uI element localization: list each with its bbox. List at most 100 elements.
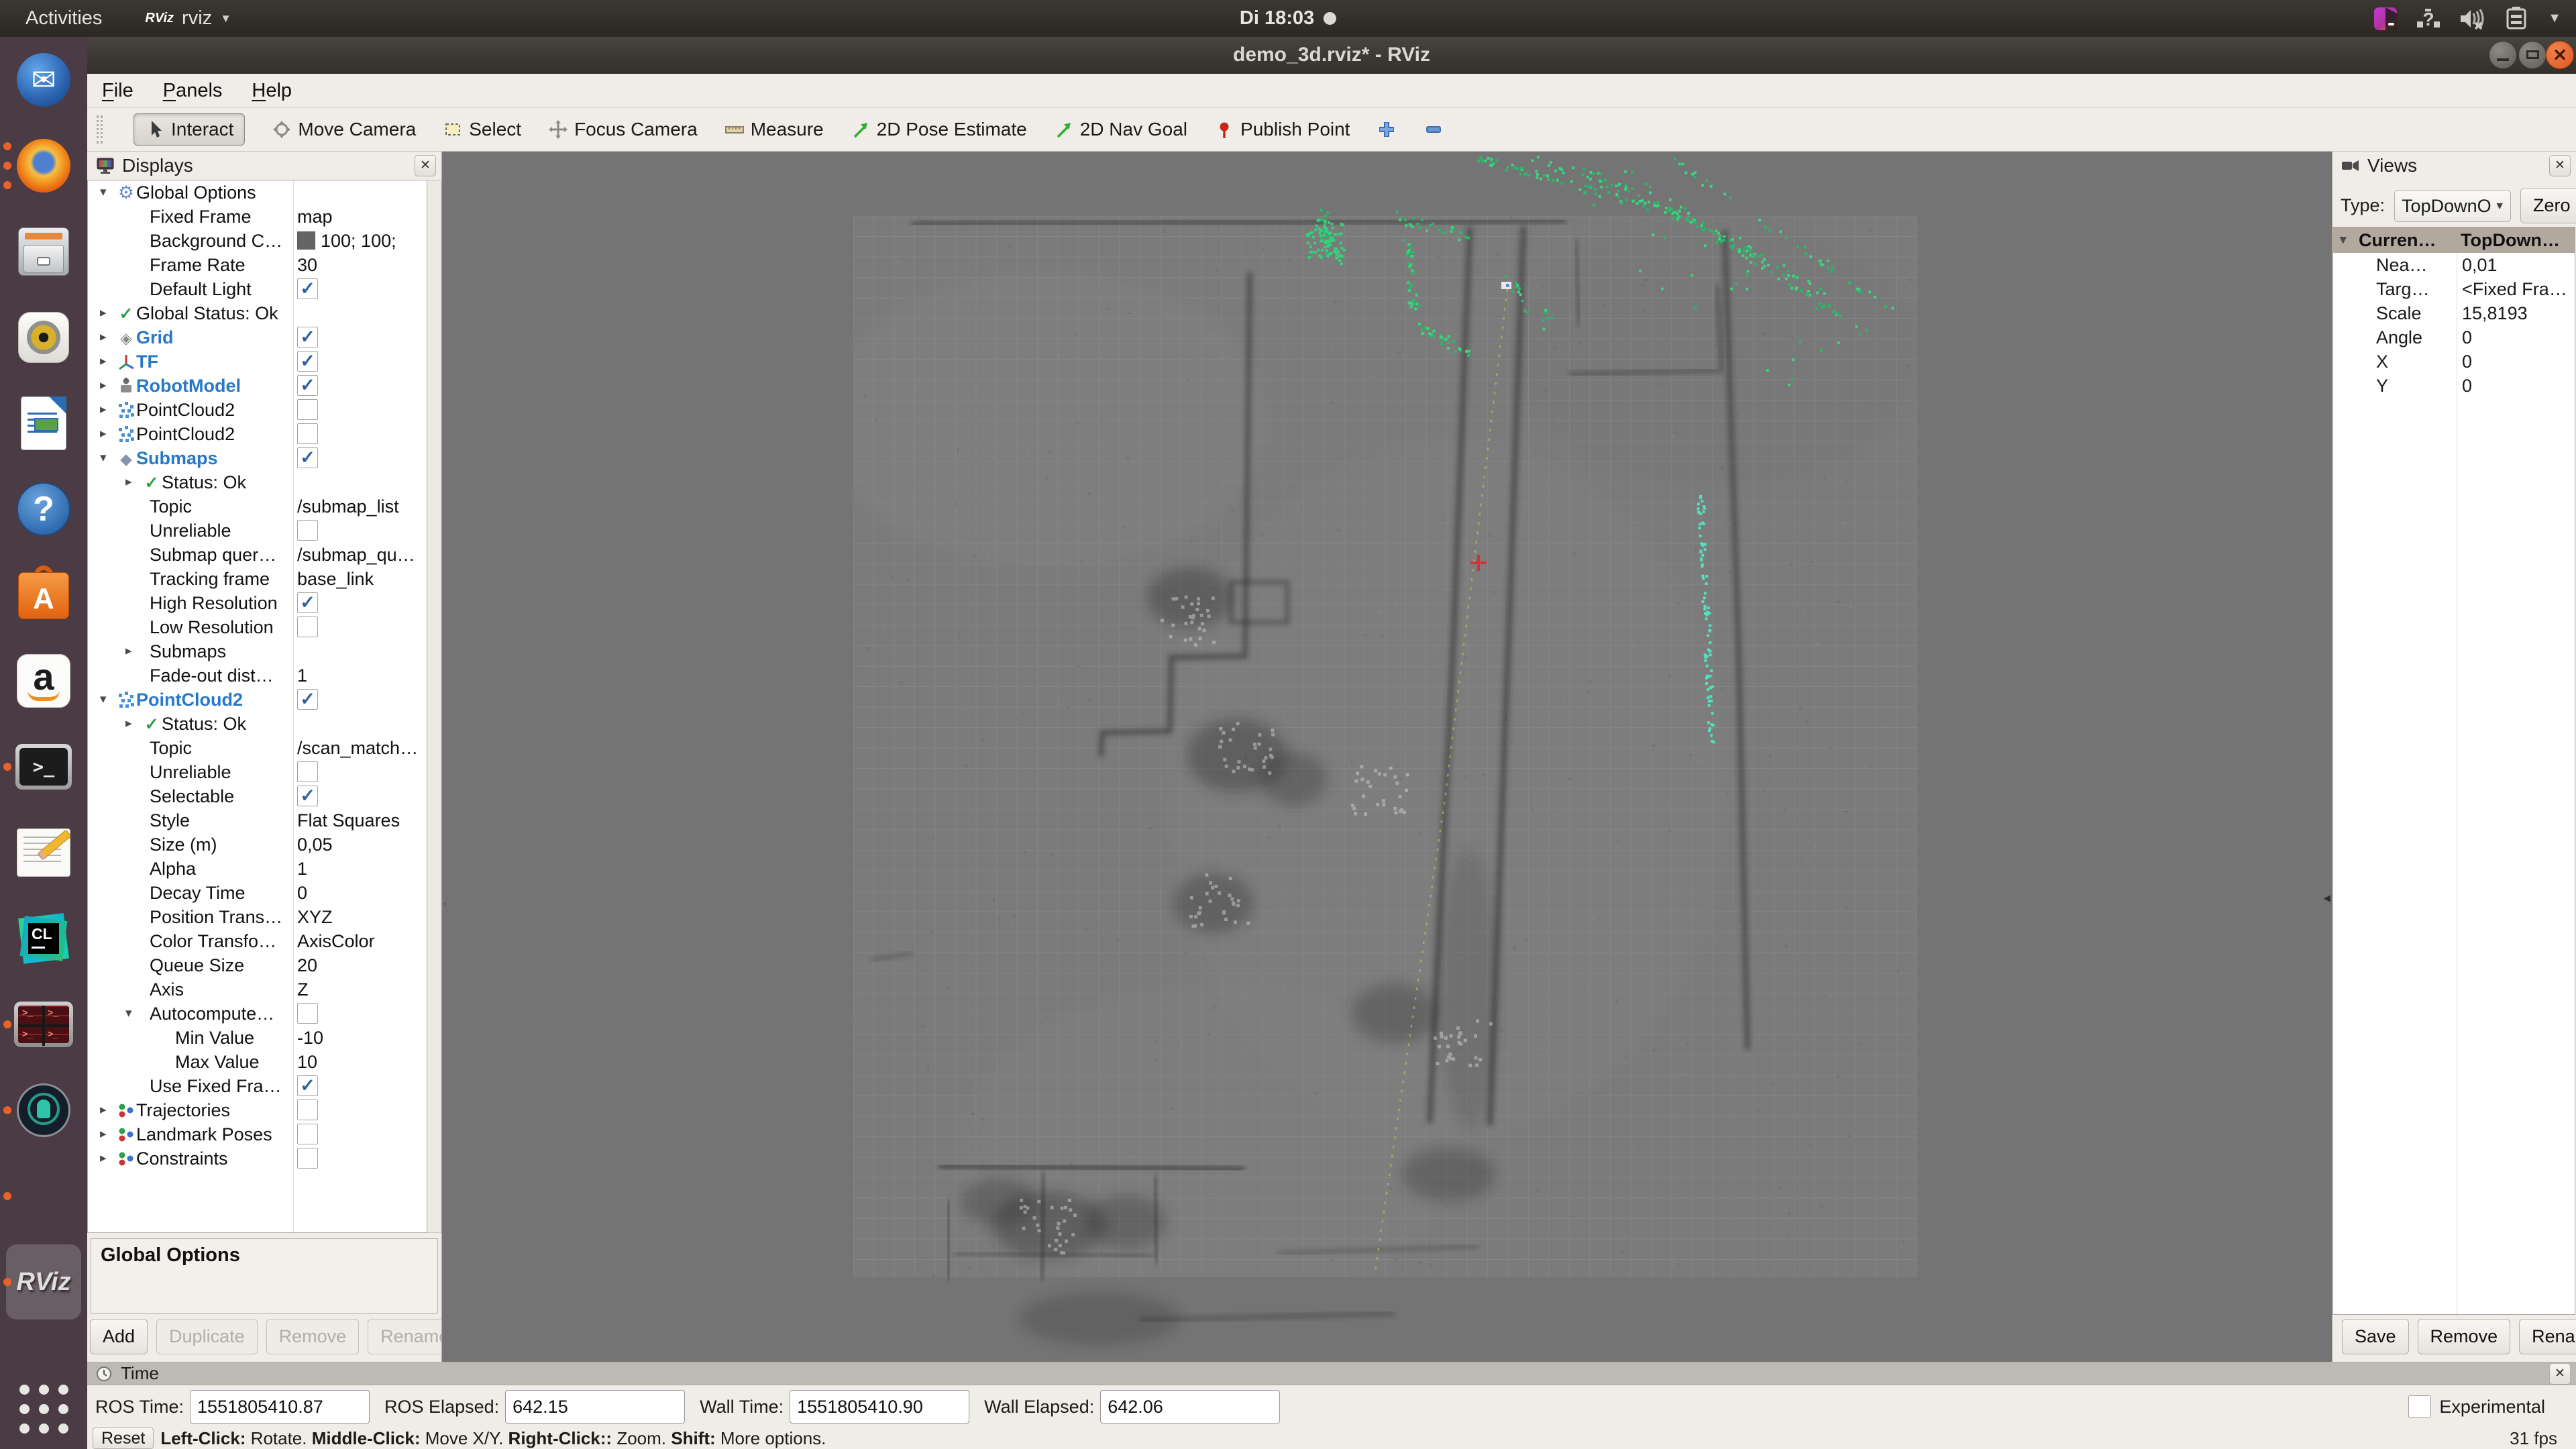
network-question-icon[interactable]: ?: [2415, 5, 2442, 32]
rename-button[interactable]: Rename: [2519, 1319, 2576, 1354]
property-value[interactable]: 0,05: [297, 833, 333, 857]
display-row-selectable[interactable]: Selectable✓: [88, 784, 427, 808]
property-value[interactable]: 1: [297, 663, 307, 688]
tool-measure[interactable]: Measure: [724, 119, 824, 140]
checkbox[interactable]: [297, 423, 318, 444]
view-prop-targ[interactable]: Targ…<Fixed Fra…: [2333, 277, 2575, 301]
property-value[interactable]: map: [297, 205, 333, 229]
maximize-button[interactable]: [2518, 41, 2546, 69]
display-row-low-resolution[interactable]: Low Resolution: [88, 615, 427, 639]
menu-panels[interactable]: Panels: [163, 80, 223, 102]
close-button[interactable]: ✕: [2546, 41, 2574, 69]
display-row-queue-size[interactable]: Queue Size20: [88, 953, 427, 977]
checkbox[interactable]: [297, 1099, 318, 1120]
display-row-topic[interactable]: Topic/submap_list: [88, 494, 427, 519]
expander-icon[interactable]: ▸: [100, 398, 107, 422]
dock-item-rviz[interactable]: RViz: [0, 1239, 87, 1325]
display-row-status-ok[interactable]: ▸✓Status: Ok: [88, 712, 427, 736]
expander-icon[interactable]: ▸: [100, 350, 107, 374]
property-value[interactable]: 30: [297, 253, 317, 277]
toolbox-icon[interactable]: [2372, 5, 2399, 32]
tool-interact[interactable]: Interact: [133, 113, 245, 146]
checkbox[interactable]: [297, 399, 318, 420]
checkbox[interactable]: ✓: [297, 447, 318, 468]
expander-icon[interactable]: ▾: [100, 446, 107, 470]
3d-viewport[interactable]: ‚ ◂: [441, 152, 2332, 1362]
property-value[interactable]: /scan_match…: [297, 736, 418, 760]
display-row-pointcloud2[interactable]: ▸PointCloud2: [88, 422, 427, 446]
experimental-toggle[interactable]: Experimental: [2408, 1395, 2545, 1418]
dock-item-rhythmbox[interactable]: [0, 294, 87, 380]
checkbox[interactable]: ✓: [297, 278, 318, 299]
display-row-high-resolution[interactable]: High Resolution✓: [88, 591, 427, 615]
property-value[interactable]: base_link: [297, 567, 374, 591]
dock-item-gitkraken[interactable]: [0, 1067, 87, 1153]
tool-minus-tool[interactable]: [1424, 119, 1444, 140]
display-row-autocompute[interactable]: ▾Autocompute…: [88, 1002, 427, 1026]
ros-time-input[interactable]: [190, 1390, 370, 1424]
display-row-style[interactable]: StyleFlat Squares: [88, 808, 427, 833]
display-row-default-light[interactable]: Default Light✓: [88, 277, 427, 301]
dock-item-terminator[interactable]: >_>_>_>_: [0, 981, 87, 1067]
display-row-position-trans[interactable]: Position Trans…XYZ: [88, 905, 427, 929]
tool-move-camera[interactable]: Move Camera: [272, 119, 416, 140]
checkbox[interactable]: ✓: [297, 375, 318, 396]
property-value[interactable]: 15,8193: [2462, 301, 2528, 325]
property-value[interactable]: Z: [297, 977, 309, 1002]
minimize-button[interactable]: [2489, 41, 2517, 69]
dock-item-clion-2[interactable]: [0, 1153, 87, 1239]
property-value[interactable]: <Fixed Fra…: [2462, 277, 2567, 301]
expander-icon[interactable]: ▾: [100, 688, 107, 712]
property-value[interactable]: /submap_list: [297, 494, 399, 519]
expander-icon[interactable]: ▾: [2340, 227, 2347, 253]
checkbox[interactable]: ✓: [297, 1075, 318, 1096]
checkbox[interactable]: ✓: [297, 592, 318, 613]
expander-icon[interactable]: ▸: [100, 1122, 107, 1146]
zero-button[interactable]: Zero: [2520, 188, 2576, 223]
display-row-submaps[interactable]: ▾◆Submaps✓: [88, 446, 427, 470]
checkbox[interactable]: [297, 1148, 318, 1169]
add-button[interactable]: Add: [90, 1319, 148, 1354]
reset-button[interactable]: Reset: [93, 1428, 154, 1449]
display-row-global-options[interactable]: ▾⚙Global Options: [88, 180, 427, 205]
property-value[interactable]: 0: [297, 881, 307, 905]
display-row-landmark-poses[interactable]: ▸Landmark Poses: [88, 1122, 427, 1146]
checkbox[interactable]: ✓: [297, 351, 318, 372]
menu-file[interactable]: File: [102, 80, 133, 102]
display-row-tracking-frame[interactable]: Tracking framebase_link: [88, 567, 427, 591]
display-row-topic[interactable]: Topic/scan_match…: [88, 736, 427, 760]
property-value[interactable]: XYZ: [297, 905, 333, 929]
display-row-fixed-frame[interactable]: Fixed Framemap: [88, 205, 427, 229]
dock-item-firefox[interactable]: [0, 123, 87, 209]
checkbox[interactable]: [297, 1003, 318, 1024]
expander-icon[interactable]: ▸: [125, 712, 132, 736]
display-row-decay-time[interactable]: Decay Time0: [88, 881, 427, 905]
displays-scrollbar[interactable]: [427, 180, 441, 1233]
volume-muted-icon[interactable]: [2458, 5, 2487, 32]
tool-2d-nav-goal[interactable]: 2D Nav Goal: [1054, 119, 1187, 140]
expander-icon[interactable]: ▸: [100, 422, 107, 446]
expander-icon[interactable]: ▸: [100, 325, 107, 350]
property-value[interactable]: 10: [297, 1050, 317, 1074]
view-type-select[interactable]: TopDownO▼: [2394, 190, 2511, 222]
close-panel-icon[interactable]: ✕: [2549, 1363, 2571, 1385]
display-row-submaps[interactable]: ▸Submaps: [88, 639, 427, 663]
dock-item-file-cabinet[interactable]: [0, 209, 87, 294]
splitter-collapse-icon[interactable]: ◂: [2323, 890, 2330, 906]
display-row-pointcloud2[interactable]: ▸PointCloud2: [88, 398, 427, 422]
tool-2d-pose-estimate[interactable]: 2D Pose Estimate: [851, 119, 1027, 140]
expander-icon[interactable]: ▸: [125, 470, 132, 494]
property-value[interactable]: -10: [297, 1026, 323, 1050]
clock[interactable]: Di 18:03: [1240, 0, 1336, 37]
tool-publish-point[interactable]: Publish Point: [1214, 119, 1350, 140]
property-value[interactable]: /submap_qu…: [297, 543, 415, 567]
display-row-pointcloud2[interactable]: ▾PointCloud2✓: [88, 688, 427, 712]
tool-focus-camera[interactable]: Focus Camera: [548, 119, 698, 140]
dock-item-help[interactable]: ?: [0, 466, 87, 552]
property-value[interactable]: 20: [297, 953, 317, 977]
display-row-constraints[interactable]: ▸Constraints: [88, 1146, 427, 1171]
expander-icon[interactable]: ▸: [125, 639, 132, 663]
display-row-status-ok[interactable]: ▸✓Status: Ok: [88, 470, 427, 494]
property-value[interactable]: 0: [2462, 350, 2472, 374]
display-row-grid[interactable]: ▸◈Grid✓: [88, 325, 427, 350]
